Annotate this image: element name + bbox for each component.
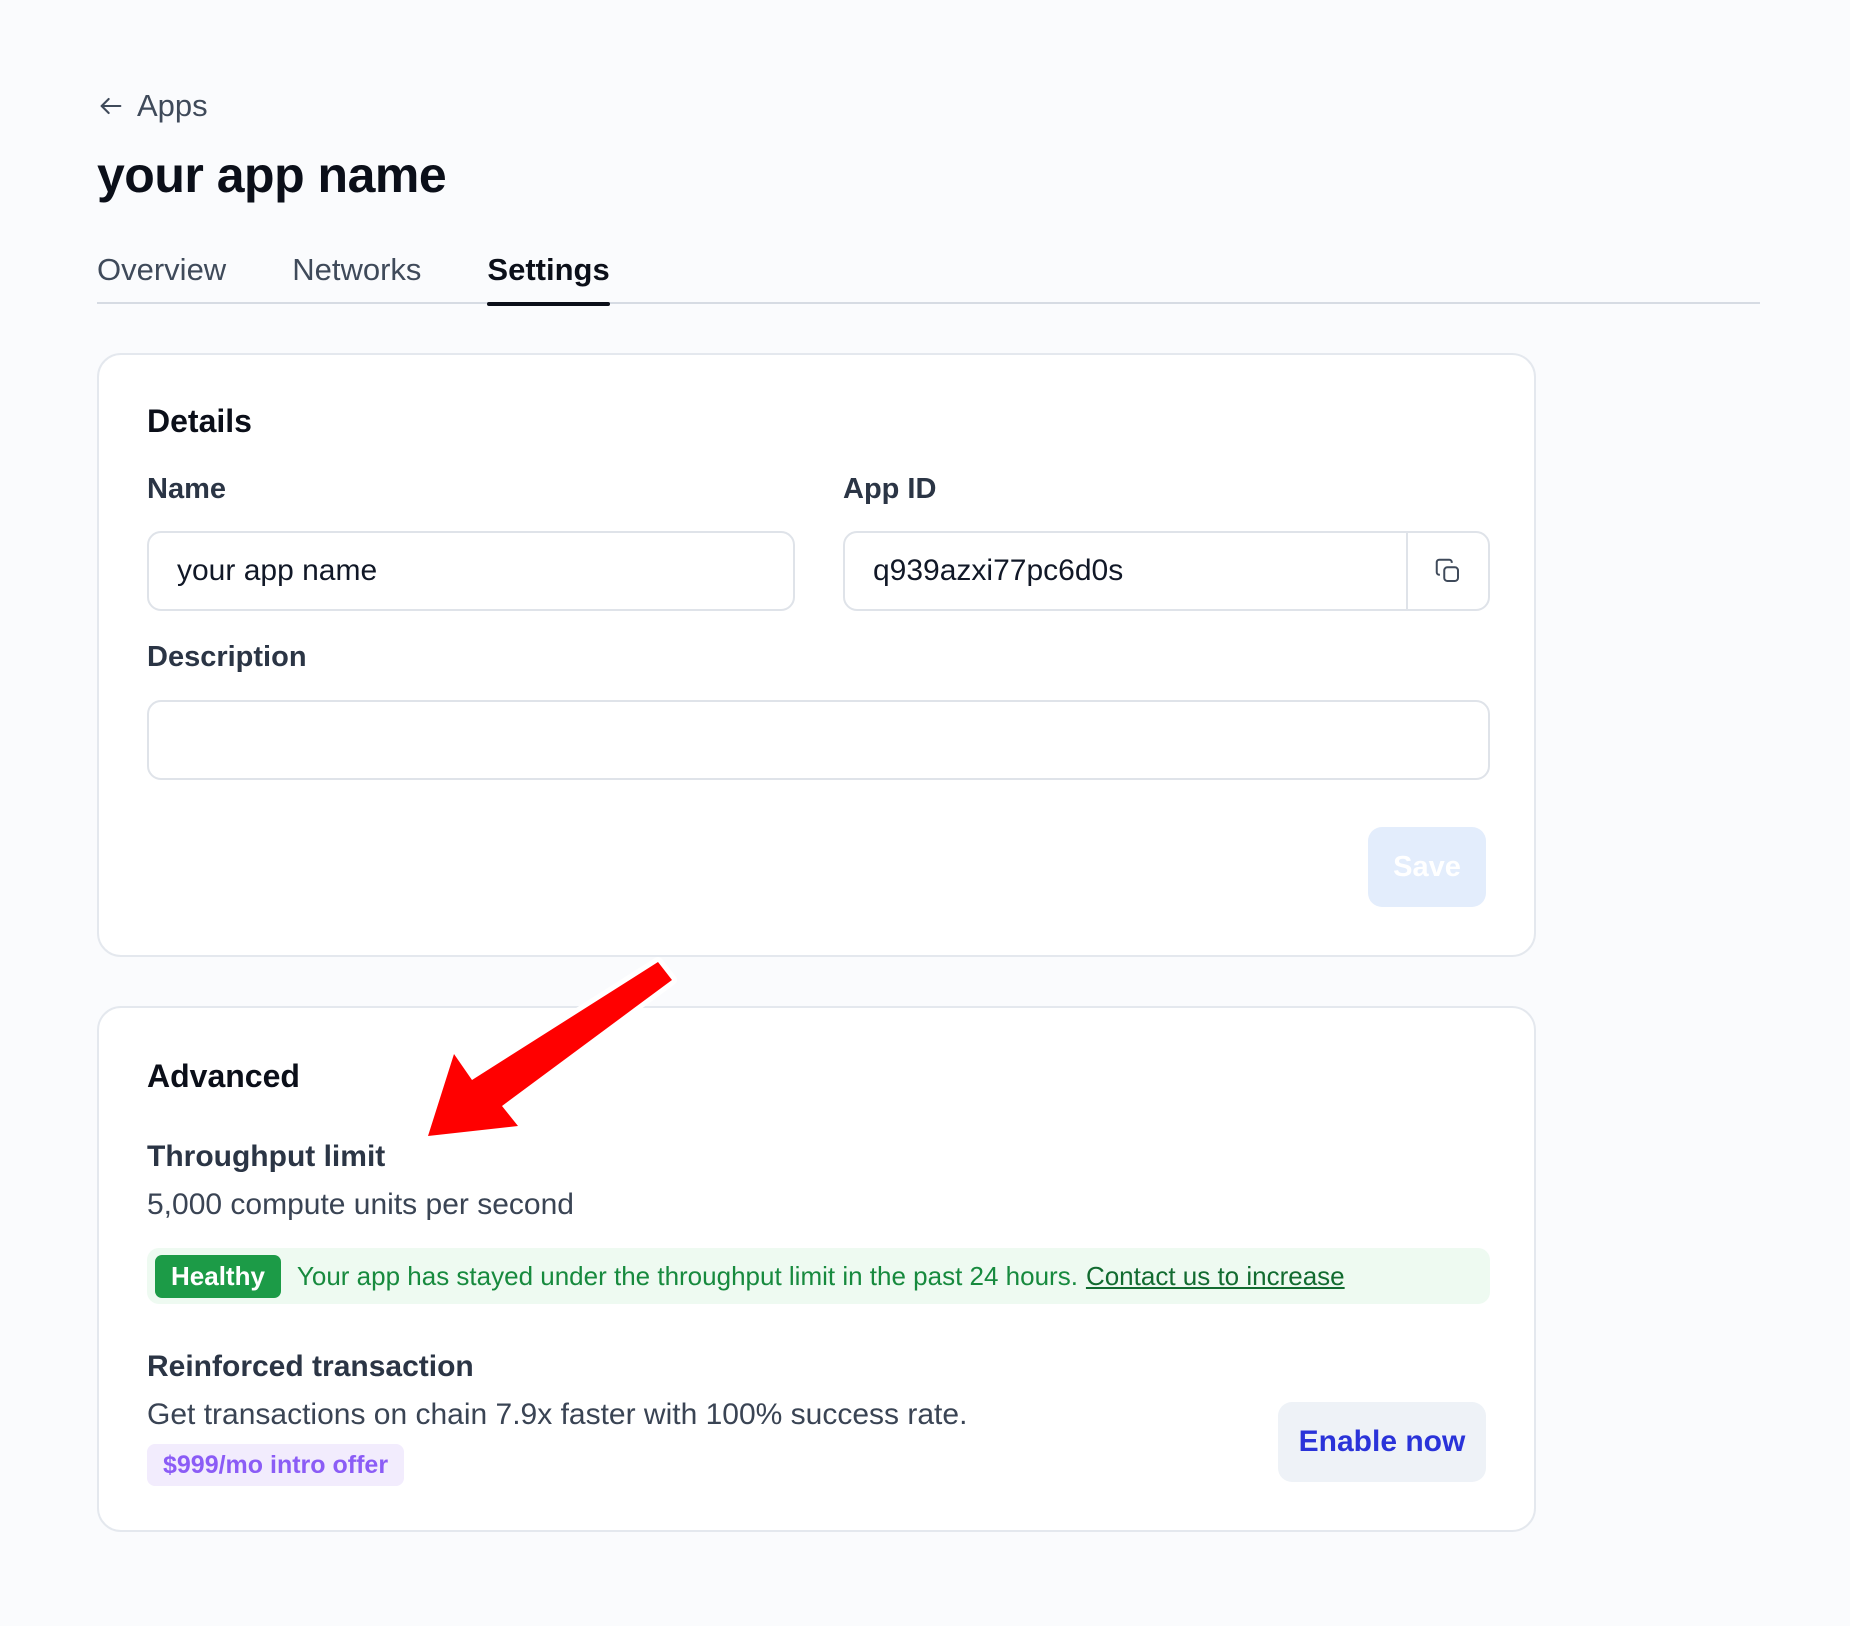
tab-overview[interactable]: Overview (97, 248, 226, 304)
appid-label: App ID (843, 473, 937, 505)
arrow-left-icon (100, 97, 122, 115)
healthy-badge: Healthy (155, 1254, 281, 1298)
contact-us-link[interactable]: Contact us to increase (1086, 1261, 1345, 1292)
throughput-status-bar: Healthy Your app has stayed under the th… (147, 1248, 1490, 1304)
throughput-label: Throughput limit (147, 1140, 386, 1173)
offer-badge: $999/mo intro offer (147, 1444, 405, 1486)
appid-field: q939azxi77pc6d0s (843, 531, 1490, 611)
details-card: Details Name App ID q939azxi77pc6d0s Des… (97, 353, 1536, 957)
status-message: Your app has stayed under the throughput… (296, 1260, 1078, 1291)
details-title: Details (147, 403, 252, 439)
name-input[interactable] (147, 531, 795, 611)
reinforced-label: Reinforced transaction (147, 1350, 474, 1383)
reinforced-description: Get transactions on chain 7.9x faster wi… (147, 1398, 968, 1431)
enable-now-button[interactable]: Enable now (1278, 1402, 1486, 1482)
throughput-value: 5,000 compute units per second (147, 1188, 574, 1221)
copy-appid-button[interactable] (1406, 533, 1488, 609)
tab-networks[interactable]: Networks (292, 248, 421, 304)
tab-bar: Overview Networks Settings (97, 248, 1760, 306)
app-settings-page: Apps your app name Overview Networks Set… (0, 0, 1850, 1626)
save-button[interactable]: Save (1368, 827, 1486, 907)
back-to-apps-link[interactable]: Apps (97, 88, 208, 124)
description-input[interactable] (147, 700, 1490, 780)
description-label: Description (147, 641, 307, 673)
advanced-title: Advanced (147, 1058, 300, 1094)
tab-settings[interactable]: Settings (487, 248, 611, 306)
appid-value[interactable]: q939azxi77pc6d0s (845, 533, 1406, 609)
name-label: Name (147, 473, 226, 505)
copy-icon (1435, 558, 1459, 582)
back-link-label: Apps (137, 88, 208, 123)
page-title: your app name (97, 147, 447, 203)
advanced-card: Advanced Throughput limit 5,000 compute … (97, 1006, 1536, 1532)
